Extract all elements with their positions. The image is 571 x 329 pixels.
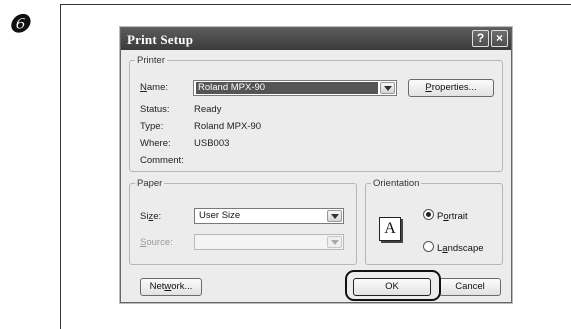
status-label: Status:: [140, 104, 170, 115]
help-button[interactable]: ?: [472, 30, 489, 47]
portrait-page-icon: A: [379, 217, 401, 241]
ok-button-callout: [345, 270, 441, 301]
radio-selected-icon[interactable]: [423, 209, 434, 220]
dialog-title: Print Setup: [127, 32, 194, 47]
chevron-down-icon: [327, 236, 342, 248]
landscape-radio[interactable]: Landscape: [423, 241, 484, 254]
help-icon: ?: [476, 31, 485, 45]
portrait-radio[interactable]: Portrait: [423, 209, 468, 222]
paper-size-value: User Size: [199, 210, 241, 221]
paper-source-value: [197, 236, 325, 248]
dialog-titlebar[interactable]: Print Setup ? ×: [121, 28, 511, 50]
paper-source-select: [194, 234, 344, 250]
paper-size-select[interactable]: User Size: [194, 208, 344, 224]
properties-button[interactable]: Properties...: [408, 79, 494, 97]
printer-group: Printer: [129, 55, 503, 172]
type-value: Roland MPX-90: [194, 121, 262, 132]
close-button[interactable]: ×: [491, 30, 508, 47]
cancel-button[interactable]: Cancel: [439, 278, 501, 296]
radio-unselected-icon[interactable]: [423, 241, 434, 252]
close-icon: ×: [495, 31, 503, 45]
type-label: Type:: [140, 121, 164, 132]
printer-name-select[interactable]: Roland MPX-90: [193, 80, 397, 96]
where-label: Where:: [140, 138, 171, 149]
comment-label: Comment:: [140, 155, 184, 166]
orientation-group-legend: Orientation: [373, 178, 420, 189]
paper-group-legend: Paper: [137, 178, 163, 189]
where-value: USB003: [194, 138, 230, 149]
paper-source-label: Source:: [140, 237, 173, 248]
paper-size-label: Size:: [140, 211, 162, 222]
network-button[interactable]: Network...: [140, 278, 202, 296]
chevron-down-icon[interactable]: [380, 82, 395, 94]
printer-name-label: Name:: [140, 82, 168, 93]
step-number-badge: ❻: [8, 9, 30, 38]
printer-name-value: Roland MPX-90: [196, 82, 378, 94]
printer-group-legend: Printer: [137, 55, 165, 66]
print-setup-dialog: Print Setup ? × Printer Name: Roland MPX…: [120, 27, 512, 303]
status-value: Ready: [194, 104, 222, 115]
chevron-down-icon[interactable]: [327, 210, 342, 222]
